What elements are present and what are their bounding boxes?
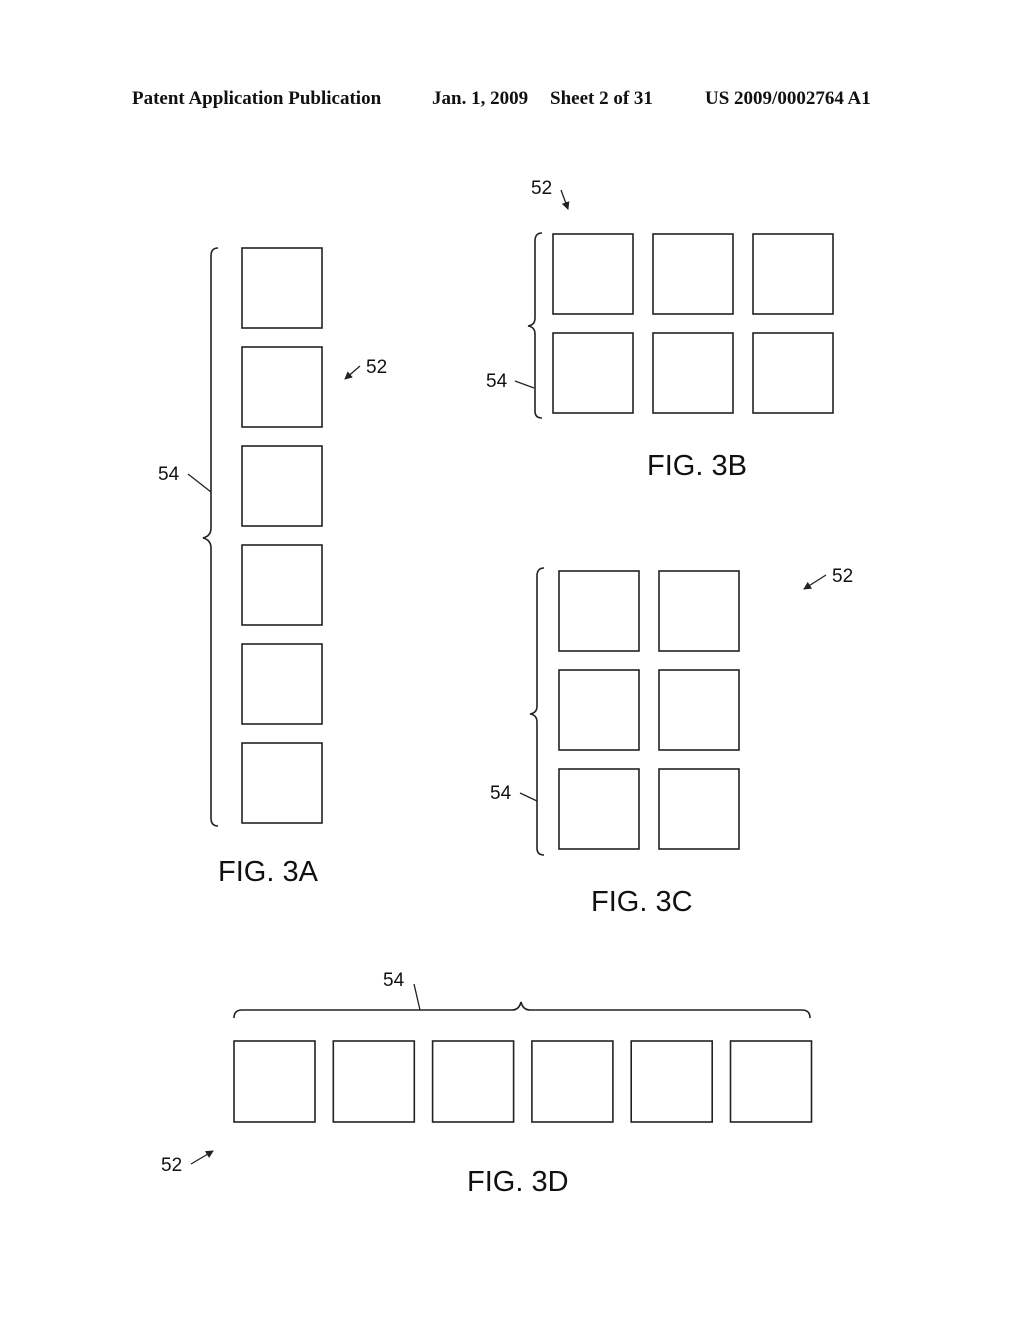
brace-3b [527, 232, 543, 419]
cell-3c-r2c1 [558, 669, 640, 751]
leader-54-3d [413, 983, 421, 1011]
ref-54-3a: 54 [158, 464, 180, 485]
cell-3b-r1c3 [752, 233, 834, 315]
cell-3c-r1c2 [658, 570, 740, 652]
cell-3a-r3c1 [241, 445, 323, 527]
cell-3a-r4c1 [241, 544, 323, 626]
ref-54-3b: 54 [486, 371, 508, 392]
arrow-52-3d [190, 1150, 214, 1165]
figure-3b: 54 52 FIG. 3B [486, 178, 834, 482]
ref-52-3a: 52 [366, 357, 387, 378]
brace-3a [202, 247, 219, 827]
cell-3d-r1c4 [531, 1040, 614, 1123]
cell-3b-r2c3 [752, 332, 834, 414]
leader-54-3b [514, 380, 535, 389]
ref-54-3d: 54 [383, 970, 405, 991]
cell-3b-r1c1 [552, 233, 634, 315]
cell-3a-r2c1 [241, 346, 323, 428]
ref-54-3c: 54 [490, 783, 512, 804]
cell-3b-r2c1 [552, 332, 634, 414]
ref-52-3b: 52 [531, 178, 552, 199]
brace-3d [233, 1001, 811, 1019]
cell-3b-r2c2 [652, 332, 734, 414]
cell-3d-r1c3 [431, 1040, 515, 1123]
cell-3c-r3c1 [558, 768, 640, 850]
caption-fig-3a: FIG. 3A [218, 856, 319, 888]
arrow-52-3b [560, 189, 570, 210]
caption-fig-3b: FIG. 3B [647, 450, 747, 482]
ref-52-3c: 52 [832, 566, 853, 587]
leader-54-3c [519, 792, 538, 802]
figure-3c: 54 52 FIG. 3C [490, 566, 853, 918]
caption-fig-3d: FIG. 3D [467, 1166, 569, 1198]
cell-3c-r2c2 [658, 669, 740, 751]
figure-3a: 54 52 FIG. 3A [158, 247, 387, 888]
cell-3b-r1c2 [652, 233, 734, 315]
cell-3a-r6c1 [241, 742, 323, 824]
cell-3d-r1c2 [332, 1040, 416, 1123]
figure-3d: 54 52 FIG. 3D [161, 970, 813, 1198]
drawing-sheet: 54 52 FIG. 3A 54 52 FIG. 3B 54 52 FIG. 3… [158, 178, 853, 1198]
brace-3c [529, 567, 545, 856]
cell-3c-r1c1 [558, 570, 640, 652]
cell-3a-r5c1 [241, 643, 323, 725]
cell-3a-r1c1 [241, 247, 323, 329]
leader-54-3a [187, 473, 212, 493]
cell-3d-r1c6 [729, 1040, 813, 1123]
arrow-52-3a [344, 365, 361, 380]
caption-fig-3c: FIG. 3C [591, 886, 693, 918]
cell-3c-r3c2 [658, 768, 740, 850]
arrow-52-3c [803, 574, 827, 590]
ref-52-3d: 52 [161, 1155, 182, 1176]
cell-3d-r1c1 [233, 1040, 316, 1123]
cell-3d-r1c5 [630, 1040, 714, 1123]
